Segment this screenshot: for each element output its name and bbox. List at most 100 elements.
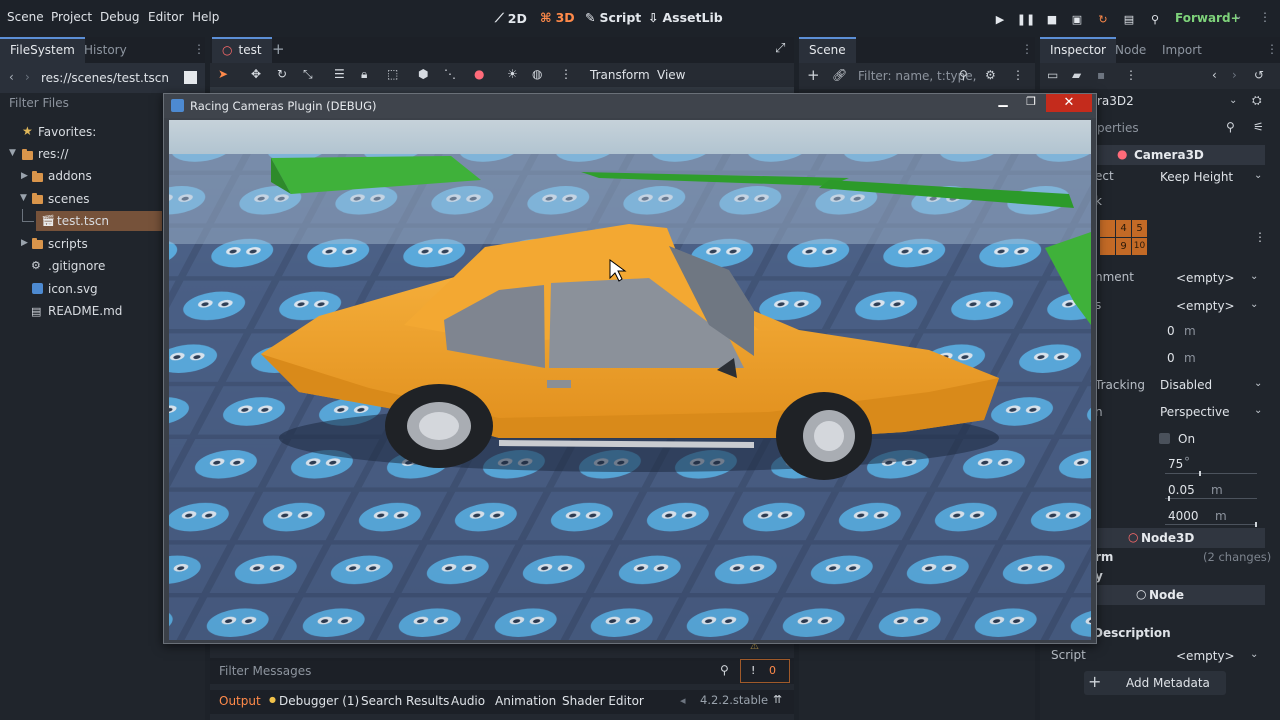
local-space-icon[interactable]: ⬢: [418, 67, 428, 81]
script-attach-icon[interactable]: ⚙: [985, 68, 996, 82]
section-camera3d[interactable]: ● Camera3D: [1095, 145, 1265, 165]
v-offset-field[interactable]: 0: [1167, 351, 1175, 365]
view-menu[interactable]: View: [657, 68, 685, 82]
menu-editor[interactable]: Editor: [148, 10, 184, 24]
current-checkbox[interactable]: [1159, 433, 1170, 444]
mode-2d-button[interactable]: ⟋ 2D: [495, 10, 527, 26]
zoom-icon[interactable]: ⚲: [1146, 10, 1164, 28]
attributes-select[interactable]: <empty>: [1176, 299, 1235, 313]
game-titlebar[interactable]: Racing Cameras Plugin (DEBUG) ▁ ❐ ✕: [164, 93, 1096, 118]
tree-gitignore[interactable]: .gitignore: [48, 259, 105, 273]
favorites-label[interactable]: Favorites:: [38, 125, 96, 139]
projection-select[interactable]: Perspective: [1160, 405, 1230, 419]
forward-icon[interactable]: ›: [1232, 68, 1237, 82]
lock-icon[interactable]: 🔒︎: [361, 67, 367, 82]
forward-icon[interactable]: ›: [25, 70, 30, 84]
collapse-arrow-icon[interactable]: ▶: [21, 171, 28, 181]
renderer-select[interactable]: Forward+: [1175, 11, 1241, 25]
chevron-down-icon[interactable]: ⌄: [1250, 299, 1258, 310]
path-field[interactable]: res://scenes/test.tscn: [41, 71, 169, 85]
editor-description-group[interactable]: Description: [1093, 626, 1171, 640]
snap-icon[interactable]: ⋱: [444, 67, 456, 81]
list-select-icon[interactable]: ☰: [334, 67, 345, 81]
maximize-icon[interactable]: ❐: [1018, 95, 1044, 111]
near-field[interactable]: 0.05: [1168, 483, 1195, 497]
dock-menu-icon[interactable]: ⋮: [193, 42, 205, 56]
new-resource-icon[interactable]: ▭: [1047, 68, 1058, 82]
group-icon[interactable]: ⬚: [387, 67, 398, 81]
tree-scripts[interactable]: scripts: [48, 237, 88, 251]
close-icon[interactable]: ✕: [1046, 94, 1092, 112]
environment-select[interactable]: <empty>: [1176, 271, 1235, 285]
reload-icon[interactable]: ↻: [1094, 10, 1112, 28]
tab-import[interactable]: Import: [1152, 37, 1212, 63]
add-tab-icon[interactable]: +: [272, 40, 285, 58]
transform-menu[interactable]: Transform: [590, 68, 650, 82]
add-node-icon[interactable]: +: [807, 66, 820, 84]
layout-toggle-icon[interactable]: [184, 71, 197, 84]
tree-root[interactable]: res://: [38, 147, 68, 161]
menu-debug[interactable]: Debug: [100, 10, 139, 24]
more-icon[interactable]: ⋮: [1254, 230, 1266, 244]
expand-panel-icon[interactable]: ⇈: [773, 693, 782, 706]
error-filter-toggle[interactable]: ! 0: [740, 659, 790, 683]
mode-script-button[interactable]: ✎ Script: [585, 10, 641, 25]
more-icon[interactable]: ⋮: [1125, 68, 1137, 82]
tab-test-scene[interactable]: ○ test: [212, 37, 272, 63]
menu-help[interactable]: Help: [192, 10, 219, 24]
tab-search-results[interactable]: Search Results: [361, 694, 449, 708]
more-icon[interactable]: ⋮: [1012, 68, 1024, 82]
back-icon[interactable]: ‹: [1212, 68, 1217, 82]
movie-icon[interactable]: ▤: [1120, 10, 1138, 28]
environment-icon[interactable]: ◍: [532, 67, 542, 81]
tree-icon-svg[interactable]: icon.svg: [48, 282, 98, 296]
dock-menu-icon[interactable]: ⋮: [1266, 42, 1278, 56]
chevron-down-icon[interactable]: ⌄: [1254, 170, 1262, 181]
distraction-free-icon[interactable]: ⤢: [775, 41, 785, 56]
rotate-icon[interactable]: ↻: [277, 67, 287, 81]
property-filter-input[interactable]: perties: [1097, 121, 1139, 135]
remote-debug-icon[interactable]: ▣: [1068, 10, 1086, 28]
history-icon[interactable]: ↺: [1254, 68, 1264, 82]
section-node3d[interactable]: ○ Node3D: [1095, 528, 1265, 548]
dock-menu-icon[interactable]: ⋮: [1021, 42, 1033, 56]
scale-icon[interactable]: ⤡: [303, 67, 313, 82]
search-icon[interactable]: ⚲: [959, 68, 968, 82]
tree-scenes[interactable]: scenes: [48, 192, 89, 206]
tab-output[interactable]: Output: [219, 694, 261, 708]
pause-icon[interactable]: ❚❚: [1017, 10, 1035, 28]
chevron-down-icon[interactable]: ⌄: [1254, 378, 1262, 389]
search-icon[interactable]: ⚲: [1226, 120, 1235, 134]
tab-audio[interactable]: Audio: [451, 694, 485, 708]
far-field[interactable]: 4000: [1168, 509, 1199, 523]
menu-dots-icon[interactable]: ⋮: [1259, 10, 1271, 24]
mode-3d-button[interactable]: ⌘ 3D: [540, 10, 575, 25]
chevron-down-icon[interactable]: ⌄: [1254, 405, 1262, 416]
save-icon[interactable]: ▪: [1097, 68, 1105, 82]
menu-scene[interactable]: Scene: [7, 10, 44, 24]
mode-assetlib-button[interactable]: ⇩ AssetLib: [648, 10, 723, 25]
tree-readme[interactable]: README.md: [48, 304, 122, 318]
fov-slider[interactable]: [1165, 471, 1257, 476]
chevron-down-icon[interactable]: ⌄: [1250, 271, 1258, 282]
filter-files-input[interactable]: Filter Files: [9, 96, 69, 110]
expand-arrow-icon[interactable]: ▼: [9, 148, 16, 158]
settings-icon[interactable]: ⚟: [1253, 120, 1264, 134]
tab-scene[interactable]: Scene: [799, 37, 856, 63]
minimize-icon[interactable]: ▁: [990, 93, 1016, 111]
cull-mask-grid[interactable]: 4 5 9 10: [1100, 220, 1147, 256]
menu-project[interactable]: Project: [51, 10, 92, 24]
keep-aspect-select[interactable]: Keep Height: [1160, 170, 1233, 184]
play-icon[interactable]: ▶: [991, 10, 1009, 28]
object-icon[interactable]: ⛭: [1252, 93, 1262, 108]
camera-override-icon[interactable]: ●: [474, 67, 484, 81]
far-slider[interactable]: [1165, 522, 1257, 527]
node-name-select[interactable]: ra3D2: [1097, 94, 1134, 108]
tab-shader-editor[interactable]: Shader Editor: [562, 694, 644, 708]
tab-history[interactable]: History: [74, 37, 137, 63]
collapse-arrow-icon[interactable]: ▶: [21, 238, 28, 248]
tree-addons[interactable]: addons: [48, 169, 92, 183]
tab-debugger[interactable]: Debugger (1): [279, 694, 359, 708]
game-viewport[interactable]: [169, 120, 1091, 640]
tab-filesystem[interactable]: FileSystem: [0, 37, 85, 63]
